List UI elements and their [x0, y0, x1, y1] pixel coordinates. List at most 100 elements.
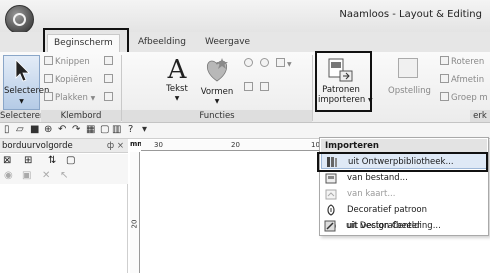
zoom-out-button[interactable] [260, 58, 271, 70]
pan-button[interactable] [244, 82, 255, 94]
clone-button[interactable] [104, 74, 115, 86]
help-icon[interactable]: ? [128, 124, 133, 135]
ruler-tick-label: 30 [154, 141, 163, 149]
layout-icon[interactable]: ▥ [112, 124, 121, 135]
menu-item-from-file[interactable]: van bestand... [321, 170, 487, 186]
menu-item-label: van kaart... [347, 189, 396, 199]
new-file-icon[interactable]: ▯ [4, 124, 10, 135]
cursor-arrow-icon [15, 59, 30, 82]
heart-star-icon [206, 58, 228, 82]
size-label: Afmetin [451, 75, 485, 85]
group-label-selecteren: Selecteren [0, 110, 46, 122]
menu-item-label: Decoratief patroon [347, 205, 428, 215]
size-button[interactable]: Afmetin [440, 74, 484, 86]
rotate-label: Roteren [451, 57, 485, 67]
card-icon [325, 189, 337, 200]
menu-item-from-card[interactable]: van kaart... [321, 186, 487, 202]
group-label: Groep m [451, 93, 488, 103]
select-button-label: Selecteren [4, 86, 50, 96]
horizontal-ruler: 30 20 10 [141, 140, 321, 151]
group-button[interactable]: Groep m [440, 92, 488, 104]
hand-icon [244, 82, 253, 91]
panel-title: borduurvolgorde [2, 141, 73, 151]
grid-icon[interactable]: ▦ [86, 124, 95, 135]
zoom-out-icon [260, 58, 269, 67]
zoom-in-button[interactable] [244, 58, 255, 70]
panel-order-icon[interactable]: ⇅ [48, 155, 56, 166]
tab-afbeelding[interactable]: Afbeelding [138, 34, 186, 52]
application-menu-button[interactable] [5, 5, 34, 34]
ribbon-separator [312, 55, 313, 121]
vertical-ruler: 20 [130, 152, 140, 273]
zoom-icon[interactable]: ⊕ [44, 124, 52, 135]
save-icon[interactable]: ■ [30, 124, 39, 135]
window-title: Naamloos - Layout & Editing [339, 9, 482, 20]
import-highlight-frame [315, 51, 372, 112]
size-icon [440, 74, 449, 83]
stitch-order-panel-header: borduurvolgorde ф × [0, 139, 128, 153]
scissors-icon [44, 56, 53, 65]
measure-button[interactable] [260, 82, 271, 94]
duplicate-button[interactable] [104, 56, 115, 68]
copy-icon [44, 74, 53, 83]
rotate-button[interactable]: Roteren [440, 56, 484, 68]
text-button[interactable]: A Tekst ▼ [162, 56, 192, 104]
panel-pin-close-icon[interactable]: ф × [107, 139, 124, 153]
group-label-klembord: Klembord [41, 110, 121, 122]
menu-header: Importeren [321, 139, 487, 153]
lock-icon[interactable]: ▣ [22, 170, 31, 181]
ruler-tick-label: 20 [130, 219, 139, 229]
trash-icon [104, 92, 113, 101]
zoom-fit-icon [276, 58, 285, 67]
arrange-button[interactable]: Opstelling [388, 58, 431, 96]
menu-item-label: uit Design Center [346, 221, 421, 231]
group-icon [440, 92, 449, 101]
panel-filter-icon[interactable]: ⊞ [24, 155, 32, 166]
ruler-tick-label: 20 [231, 141, 240, 149]
decorative-pattern-icon [327, 204, 335, 216]
chevron-down-icon: ▼ [19, 98, 24, 105]
arrange-icon [398, 58, 418, 78]
duplicate-icon [104, 56, 113, 65]
group-label-functies: Functies [122, 110, 312, 122]
text-button-label: Tekst [166, 84, 188, 94]
shapes-button[interactable]: Vormen ▼ [197, 56, 237, 107]
pointer-icon[interactable]: ↖ [60, 170, 68, 181]
paste-icon [44, 92, 53, 101]
copy-button[interactable]: Kopiëren [44, 74, 92, 86]
copy-label: Kopiëren [55, 75, 93, 85]
redo-icon[interactable]: ↷ [72, 124, 80, 135]
arrange-label: Opstelling [388, 86, 431, 96]
menu-item-decorative-pattern[interactable]: Decoratief patroon [321, 202, 487, 218]
shapes-button-label: Vormen [200, 87, 234, 97]
menu-item-label: van bestand... [347, 173, 408, 183]
delete-x-icon[interactable]: ✕ [42, 170, 50, 181]
hoop-icon[interactable]: ▢ [100, 124, 109, 135]
design-center-icon [324, 220, 336, 232]
cut-button[interactable]: Knippen [44, 56, 90, 68]
select-button[interactable]: Selecteren ▼ [3, 55, 50, 110]
chevron-down-icon: ▼ [214, 98, 220, 105]
open-folder-icon[interactable]: ▱ [16, 124, 24, 135]
text-a-icon: A [167, 55, 187, 85]
panel-toolbar-1: ⊠ ⊞ ⇅ ▢ [0, 154, 128, 169]
chevron-down-icon: ▼ [174, 95, 180, 102]
tab-weergave[interactable]: Weergave [205, 34, 250, 52]
menu-item-from-design-center[interactable]: uit Design Center [320, 218, 486, 234]
clone-icon [104, 74, 113, 83]
measure-icon [260, 82, 269, 91]
customize-qat-icon[interactable]: ▾ [142, 124, 147, 135]
undo-icon[interactable]: ↶ [58, 124, 66, 135]
delete-button[interactable] [104, 92, 115, 104]
eye-icon[interactable]: ◉ [4, 170, 13, 181]
paste-button[interactable]: Plakken ▼ [44, 92, 95, 104]
panel-frame-icon[interactable]: ▢ [66, 155, 75, 166]
zoom-fit-button[interactable]: ▼ [276, 58, 292, 70]
paste-label: Plakken [55, 93, 88, 103]
zoom-in-icon [244, 58, 253, 67]
group-label-werk: erk [470, 110, 490, 122]
design-canvas[interactable] [141, 152, 321, 273]
menu-item-highlight-frame [317, 152, 488, 172]
stitch-order-list [0, 184, 128, 273]
panel-view-icon[interactable]: ⊠ [3, 155, 11, 166]
